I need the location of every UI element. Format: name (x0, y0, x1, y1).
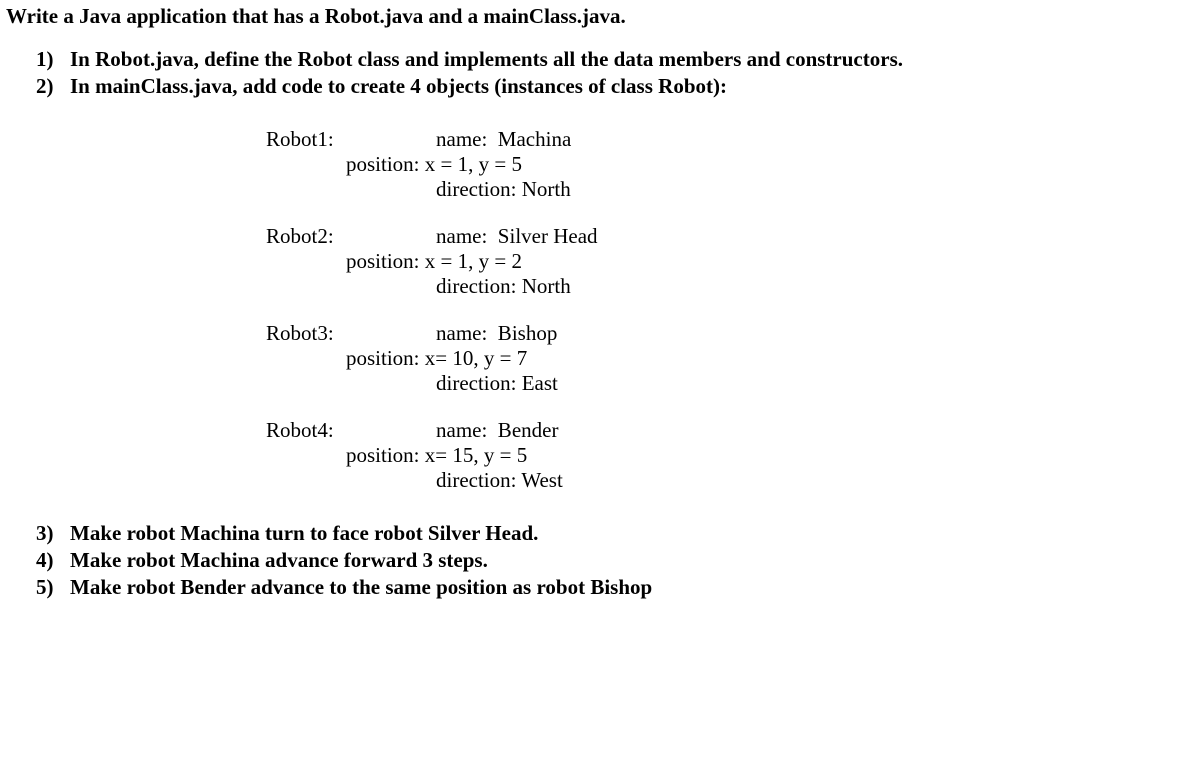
robot-position: position: x = 1, y = 2 (346, 249, 1194, 274)
list-item: 1) In Robot.java, define the Robot class… (36, 47, 1194, 72)
robot-name: name: Bender (436, 418, 558, 443)
item-number: 2) (36, 74, 70, 99)
list-item: 3) Make robot Machina turn to face robot… (36, 521, 1194, 546)
list-item: 2) In mainClass.java, add code to create… (36, 74, 1194, 99)
list-item: 4) Make robot Machina advance forward 3 … (36, 548, 1194, 573)
robot-position: position: x = 1, y = 5 (346, 152, 1194, 177)
robot-name: name: Silver Head (436, 224, 598, 249)
robot-direction: direction: North (436, 274, 1194, 299)
item-text: Make robot Machina turn to face robot Si… (70, 521, 538, 546)
bottom-list: 3) Make robot Machina turn to face robot… (6, 521, 1194, 600)
item-number: 5) (36, 575, 70, 600)
robot-position: position: x= 10, y = 7 (346, 346, 1194, 371)
robot-entry: Robot2:name: Silver Head position: x = 1… (6, 224, 1194, 299)
robot-direction: direction: North (436, 177, 1194, 202)
item-number: 4) (36, 548, 70, 573)
item-number: 3) (36, 521, 70, 546)
intro-text: Write a Java application that has a Robo… (6, 4, 1194, 29)
item-text: Make robot Machina advance forward 3 ste… (70, 548, 488, 573)
robot-entry: Robot4:name: Bender position: x= 15, y =… (6, 418, 1194, 493)
top-list: 1) In Robot.java, define the Robot class… (6, 47, 1194, 99)
robot-header-line: Robot1:name: Machina (6, 127, 1194, 152)
robot-direction: direction: West (436, 468, 1194, 493)
robot-position: position: x= 15, y = 5 (346, 443, 1194, 468)
robot-name: name: Machina (436, 127, 571, 152)
robot-label: Robot3: (266, 321, 436, 346)
robot-header-line: Robot4:name: Bender (6, 418, 1194, 443)
robot-direction: direction: East (436, 371, 1194, 396)
item-text: In mainClass.java, add code to create 4 … (70, 74, 727, 99)
list-item: 5) Make robot Bender advance to the same… (36, 575, 1194, 600)
robot-header-line: Robot3:name: Bishop (6, 321, 1194, 346)
robot-name: name: Bishop (436, 321, 557, 346)
robot-header-line: Robot2:name: Silver Head (6, 224, 1194, 249)
robot-label: Robot1: (266, 127, 436, 152)
robot-entry: Robot3:name: Bishop position: x= 10, y =… (6, 321, 1194, 396)
robots-block: Robot1:name: Machina position: x = 1, y … (6, 127, 1194, 493)
item-number: 1) (36, 47, 70, 72)
item-text: Make robot Bender advance to the same po… (70, 575, 652, 600)
robot-label: Robot4: (266, 418, 436, 443)
item-text: In Robot.java, define the Robot class an… (70, 47, 903, 72)
robot-label: Robot2: (266, 224, 436, 249)
robot-entry: Robot1:name: Machina position: x = 1, y … (6, 127, 1194, 202)
